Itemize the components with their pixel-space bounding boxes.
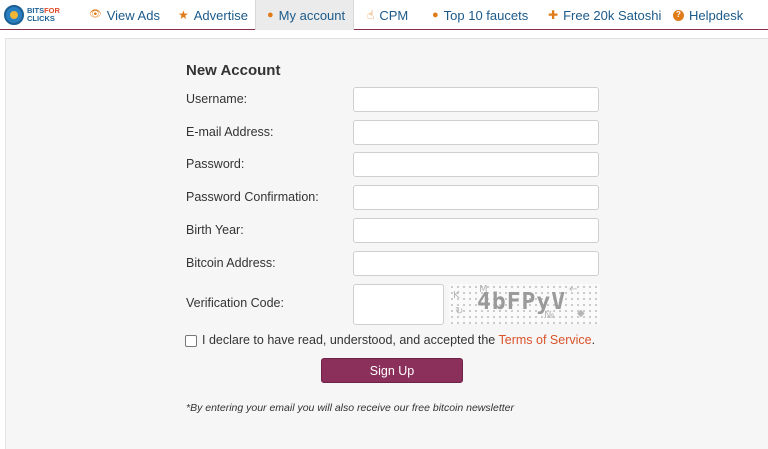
user-icon: ● <box>267 8 274 21</box>
email-field[interactable] <box>353 120 599 145</box>
logo-icon <box>4 5 24 25</box>
thumbs-up-icon: ☝ <box>367 8 375 22</box>
username-field[interactable] <box>353 87 599 112</box>
drop-icon: ● <box>432 8 439 21</box>
nav-item-top-10-faucets[interactable]: ● Top 10 faucets <box>432 0 528 30</box>
nav-item-my-account[interactable]: ● My account <box>255 0 354 30</box>
nav-item-advertise[interactable]: ★ Advertise <box>178 0 248 30</box>
top-navigation: BITSFOR CLICKS 👁 View Ads ★ Advertise ● … <box>0 0 768 30</box>
site-logo[interactable]: BITSFOR CLICKS <box>4 3 64 27</box>
nav-item-free-20k-satoshi[interactable]: ✚ Free 20k Satoshi <box>548 0 661 30</box>
form-title: New Account <box>186 62 281 79</box>
verification-code-label: Verification Code: <box>186 296 284 310</box>
password-confirmation-label: Password Confirmation: <box>186 190 319 204</box>
captcha-text: 4bFPyV <box>477 289 567 315</box>
password-label: Password: <box>186 157 245 171</box>
eye-icon: 👁 <box>89 9 102 20</box>
terms-declaration: I declare to have read, understood, and … <box>202 333 596 347</box>
password-field[interactable] <box>353 152 599 177</box>
verification-code-field[interactable] <box>353 284 444 325</box>
bitcoin-address-label: Bitcoin Address: <box>186 256 276 270</box>
terms-of-service-link[interactable]: Terms of Service <box>499 333 592 347</box>
bitcoin-address-field[interactable] <box>353 251 599 276</box>
star-icon: ★ <box>178 8 189 22</box>
birth-year-field[interactable] <box>353 218 599 243</box>
password-confirmation-field[interactable] <box>353 185 599 210</box>
nav-item-view-ads[interactable]: 👁 View Ads <box>89 0 160 30</box>
username-label: Username: <box>186 92 248 106</box>
terms-checkbox[interactable] <box>185 335 197 347</box>
plus-circle-icon: ✚ <box>548 8 559 22</box>
sign-up-button[interactable]: Sign Up <box>321 358 463 383</box>
question-circle-icon: ? <box>673 9 684 21</box>
email-label: E-mail Address: <box>186 125 274 139</box>
captcha-image: K M ↻ № ← ◆ 4bFPyV <box>449 284 600 324</box>
nav-item-helpdesk[interactable]: ? Helpdesk <box>673 0 743 30</box>
newsletter-note: *By entering your email you will also re… <box>186 402 514 414</box>
birth-year-label: Birth Year: <box>186 223 244 237</box>
nav-item-cpm[interactable]: ☝ CPM <box>367 0 408 30</box>
